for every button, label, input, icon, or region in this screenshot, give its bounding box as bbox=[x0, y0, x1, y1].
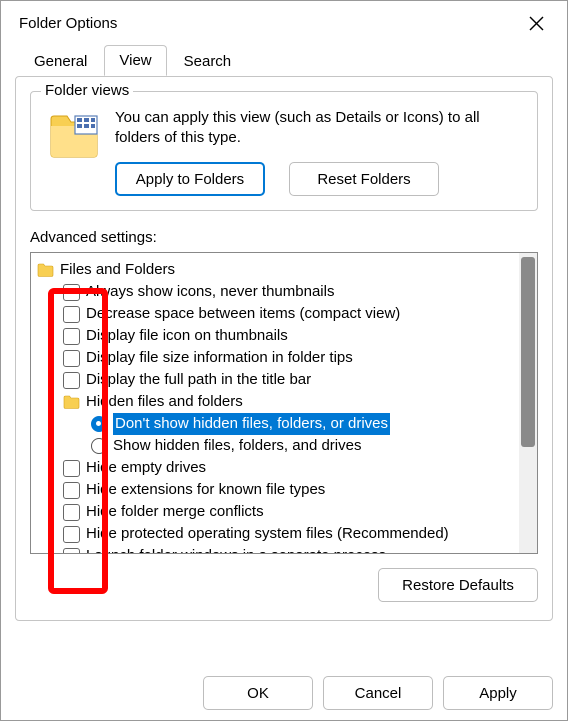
radio[interactable] bbox=[91, 416, 107, 432]
checkbox[interactable] bbox=[63, 548, 80, 555]
checkbox[interactable] bbox=[63, 372, 80, 389]
tree-group-label: Files and Folders bbox=[60, 259, 175, 281]
advanced-settings-tree[interactable]: Files and Folders Always show icons, nev… bbox=[30, 252, 538, 554]
tree-group-files-folders: Files and Folders bbox=[37, 259, 515, 281]
tree-item-label: Hide extensions for known file types bbox=[86, 479, 325, 501]
tree-item[interactable]: Display file icon on thumbnails bbox=[37, 325, 515, 347]
tree-item[interactable]: Hide extensions for known file types bbox=[37, 479, 515, 501]
folder-icon bbox=[49, 112, 99, 158]
apply-to-folders-button[interactable]: Apply to Folders bbox=[115, 162, 265, 196]
tree-item-label: Display the full path in the title bar bbox=[86, 369, 311, 391]
tree-item[interactable]: Decrease space between items (compact vi… bbox=[37, 303, 515, 325]
tree-item[interactable]: Display file size information in folder … bbox=[37, 347, 515, 369]
dialog-button-row: OK Cancel Apply bbox=[203, 676, 553, 710]
apply-button[interactable]: Apply bbox=[443, 676, 553, 710]
tree-item-label: Display file icon on thumbnails bbox=[86, 325, 288, 347]
folder-views-label: Folder views bbox=[41, 82, 133, 99]
folder-options-dialog: Folder Options General View Search Folde… bbox=[0, 0, 568, 721]
tree-item[interactable]: Always show icons, never thumbnails bbox=[37, 281, 515, 303]
close-icon bbox=[529, 16, 544, 31]
tree-item[interactable]: Hide folder merge conflicts bbox=[37, 501, 515, 523]
ok-button[interactable]: OK bbox=[203, 676, 313, 710]
close-button[interactable] bbox=[519, 6, 553, 40]
checkbox[interactable] bbox=[63, 460, 80, 477]
checkbox[interactable] bbox=[63, 306, 80, 323]
tree-item-label: Launch folder windows in a separate proc… bbox=[86, 545, 386, 554]
tree-radio-dont-show[interactable]: Don't show hidden files, folders, or dri… bbox=[37, 413, 515, 435]
checkbox[interactable] bbox=[63, 350, 80, 367]
folder-views-group: Folder views You can apply this view (su… bbox=[30, 91, 538, 211]
scrollbar[interactable] bbox=[519, 253, 537, 553]
folder-small-icon bbox=[37, 263, 54, 277]
tab-general[interactable]: General bbox=[19, 46, 102, 76]
tree-item-label: Display file size information in folder … bbox=[86, 347, 353, 369]
tree-item-label: Decrease space between items (compact vi… bbox=[86, 303, 400, 325]
tab-view[interactable]: View bbox=[104, 45, 166, 76]
folder-views-text: You can apply this view (such as Details… bbox=[115, 108, 523, 148]
tree-item-label: Hide folder merge conflicts bbox=[86, 501, 264, 523]
checkbox[interactable] bbox=[63, 504, 80, 521]
tree-item-label: Don't show hidden files, folders, or dri… bbox=[113, 413, 390, 435]
folder-small-icon bbox=[63, 395, 80, 409]
checkbox[interactable] bbox=[63, 328, 80, 345]
tree-group-label: Hidden files and folders bbox=[86, 391, 243, 413]
restore-defaults-button[interactable]: Restore Defaults bbox=[378, 568, 538, 602]
tree-radio-show[interactable]: Show hidden files, folders, and drives bbox=[37, 435, 515, 457]
tree-item[interactable]: Hide empty drives bbox=[37, 457, 515, 479]
tree-item[interactable]: Display the full path in the title bar bbox=[37, 369, 515, 391]
scrollbar-thumb[interactable] bbox=[521, 257, 535, 447]
tree-item[interactable]: Hide protected operating system files (R… bbox=[37, 523, 515, 545]
tab-search[interactable]: Search bbox=[169, 46, 247, 76]
checkbox[interactable] bbox=[63, 526, 80, 543]
tab-panel-view: Folder views You can apply this view (su… bbox=[15, 76, 553, 621]
radio[interactable] bbox=[91, 438, 107, 454]
reset-folders-button[interactable]: Reset Folders bbox=[289, 162, 439, 196]
tree-item-label: Hide protected operating system files (R… bbox=[86, 523, 449, 545]
tree-group-hidden: Hidden files and folders bbox=[37, 391, 515, 413]
tree-item[interactable]: Launch folder windows in a separate proc… bbox=[37, 545, 515, 554]
checkbox[interactable] bbox=[63, 482, 80, 499]
dialog-title: Folder Options bbox=[19, 15, 117, 32]
checkbox[interactable] bbox=[63, 284, 80, 301]
tree-item-label: Always show icons, never thumbnails bbox=[86, 281, 334, 303]
cancel-button[interactable]: Cancel bbox=[323, 676, 433, 710]
tab-bar: General View Search bbox=[1, 45, 567, 77]
tree-item-label: Hide empty drives bbox=[86, 457, 206, 479]
titlebar: Folder Options bbox=[1, 1, 567, 45]
tree-item-label: Show hidden files, folders, and drives bbox=[113, 435, 361, 457]
advanced-settings-label: Advanced settings: bbox=[30, 229, 538, 246]
